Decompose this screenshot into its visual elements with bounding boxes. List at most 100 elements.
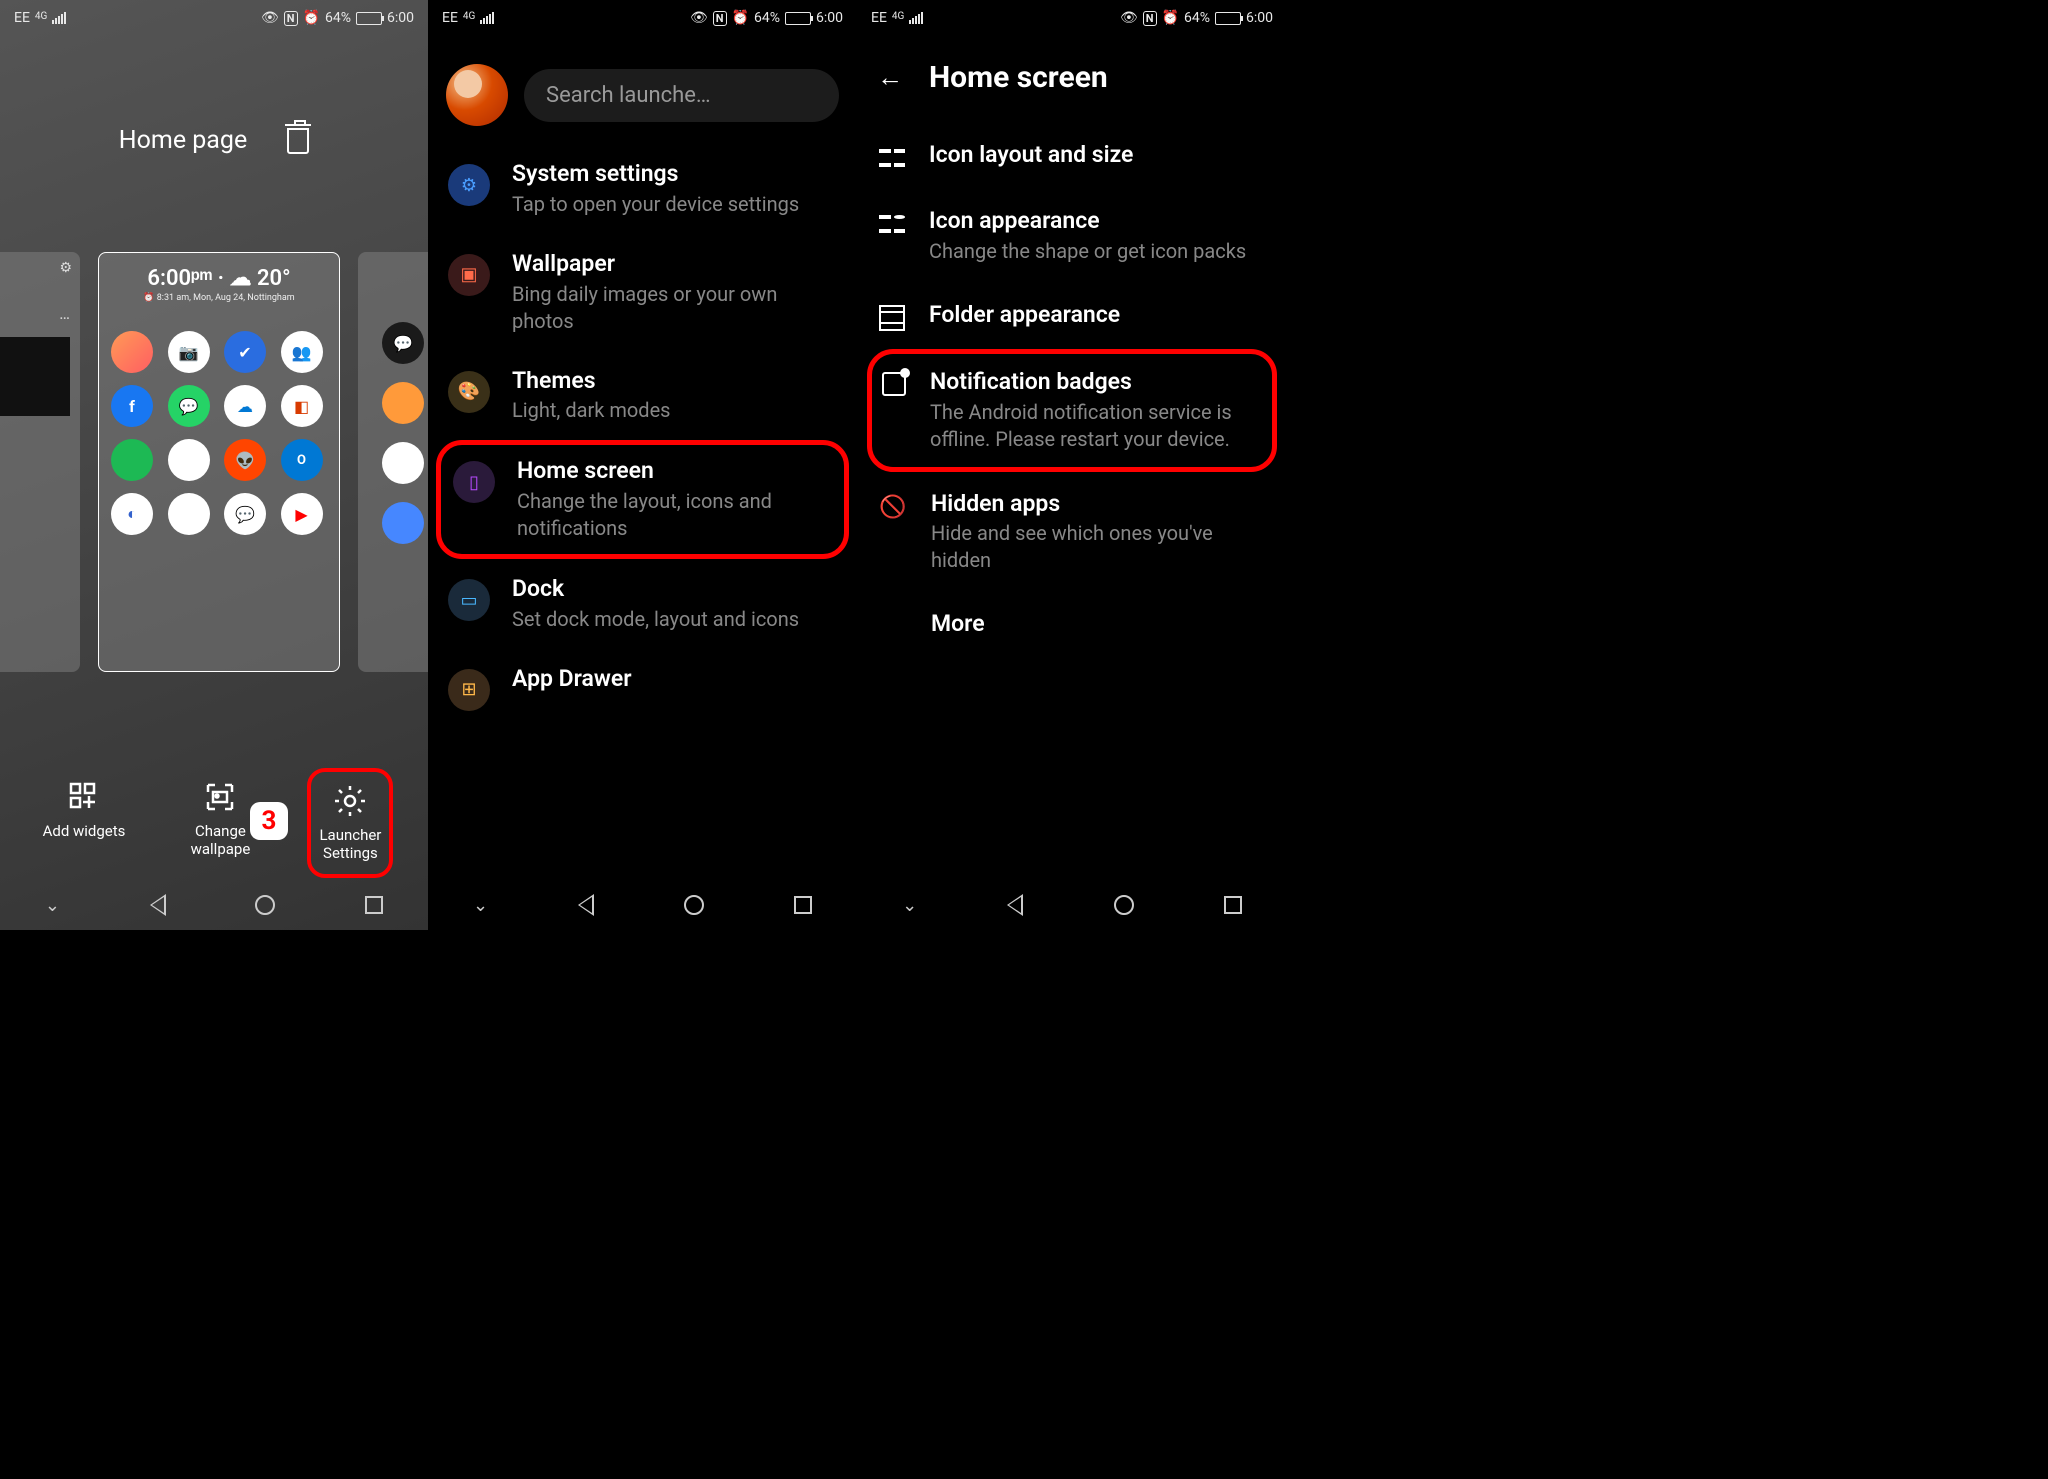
more-icon[interactable]: …	[0, 304, 70, 323]
app-grid: 📷 ✔ 👥 f 💬 ☁ ◧ ✱ 👽 O ◐ ▶ 💬 ▶	[111, 331, 327, 535]
panel-home-overview: EE 4G 👁 N ⏰ 64% 6:00 Home page ⚙ , Sean …	[0, 0, 428, 930]
back-arrow-icon[interactable]: ←	[877, 62, 903, 93]
app-icon-youtube[interactable]: ▶	[281, 493, 323, 535]
app-icon-camera[interactable]: 📷	[168, 331, 210, 373]
row-system-settings[interactable]: ⚙ System settings Tap to open your devic…	[428, 144, 857, 234]
nav-chevron-icon[interactable]: ⌄	[45, 895, 60, 916]
row-icon-appearance[interactable]: Icon appearance Change the shape or get …	[857, 189, 1287, 283]
nav-recent-icon[interactable]	[1224, 896, 1242, 914]
nav-back-icon[interactable]	[578, 894, 594, 916]
app-icon-gallery[interactable]	[111, 331, 153, 373]
row-wallpaper[interactable]: ▣ Wallpaper Bing daily images or your ow…	[428, 234, 857, 351]
wallpaper-icon	[203, 780, 237, 814]
widgets-icon	[67, 780, 101, 814]
nav-bar: ⌄	[857, 880, 1287, 930]
nav-home-icon[interactable]	[255, 895, 275, 915]
app-icon-messenger[interactable]: 💬	[224, 493, 266, 535]
row-folder-appearance[interactable]: Folder appearance	[857, 283, 1287, 349]
badge-icon	[882, 372, 906, 396]
grid-icon: ⊞	[448, 669, 490, 711]
nav-home-icon[interactable]	[684, 895, 704, 915]
app-icon-todo[interactable]: ✔	[224, 331, 266, 373]
page-previews: ⚙ , Sean … ee events ngs from hool? Sign…	[0, 252, 428, 672]
battery-icon	[1215, 12, 1241, 25]
image-icon: ▣	[448, 254, 490, 296]
page-preview-right[interactable]: 💬	[358, 252, 428, 672]
alarm-icon: ⏰	[1162, 10, 1179, 26]
row-title: System settings	[512, 160, 837, 189]
nav-recent-icon[interactable]	[365, 896, 383, 914]
row-title: More	[931, 610, 1265, 639]
app-icon-facebook[interactable]: f	[111, 385, 153, 427]
dock-icon: ▭	[448, 579, 490, 621]
app-icon-slack[interactable]: ✱	[168, 439, 210, 481]
nav-bar: ⌄	[0, 880, 428, 930]
battery-icon	[785, 12, 811, 25]
trash-icon[interactable]	[287, 128, 309, 154]
clock-label: 6:00	[1246, 10, 1273, 26]
gear-icon	[333, 784, 367, 818]
page-preview-left[interactable]: ⚙ , Sean … ee events ngs from hool? Sign…	[0, 252, 80, 672]
app-icon-files[interactable]	[382, 382, 424, 424]
battery-pct: 64%	[325, 10, 351, 26]
avatar[interactable]	[446, 64, 508, 126]
gear-icon[interactable]: ⚙	[59, 260, 72, 276]
nfc-icon: N	[1143, 11, 1157, 26]
app-icon-simplenote[interactable]: ◐	[111, 493, 153, 535]
network-type: 4G	[892, 11, 904, 22]
nav-arrows[interactable]: ← →	[0, 461, 70, 478]
app-icon-maps[interactable]	[382, 442, 424, 484]
app-icon-reddit[interactable]: 👽	[224, 439, 266, 481]
row-themes[interactable]: 🎨 Themes Light, dark modes	[428, 351, 857, 441]
app-icon-nord[interactable]	[382, 502, 424, 544]
eye-icon: 👁	[1120, 10, 1138, 26]
nav-recent-icon[interactable]	[794, 896, 812, 914]
gear-icon: ⚙	[448, 164, 490, 206]
palette-icon: 🎨	[448, 371, 490, 413]
row-title: Home screen	[517, 457, 832, 486]
app-icon-whatsapp[interactable]: 💬	[168, 385, 210, 427]
change-wallpaper-button[interactable]: Change wallpape	[191, 780, 251, 866]
status-bar: EE 4G 👁 N ⏰ 64% 6:00	[0, 0, 428, 36]
row-more[interactable]: More	[857, 592, 1287, 657]
alarm-icon: ⏰	[303, 10, 320, 26]
settings-header: Search launche…	[428, 36, 857, 136]
row-notification-badges[interactable]: Notification badges The Android notifica…	[867, 349, 1277, 472]
nav-chevron-icon[interactable]: ⌄	[902, 895, 917, 916]
row-app-drawer[interactable]: ⊞ App Drawer	[428, 649, 857, 727]
launcher-settings-button[interactable]: Launcher Settings	[307, 768, 393, 878]
row-hidden-apps[interactable]: 🚫 Hidden apps Hide and see which ones yo…	[857, 472, 1287, 593]
panel-home-screen-settings: EE 4G 👁 N ⏰ 64% 6:00 ← Home screen Icon …	[857, 0, 1287, 930]
row-home-screen[interactable]: ▯ Home screen Change the layout, icons a…	[436, 440, 849, 559]
nav-back-icon[interactable]	[150, 894, 166, 916]
add-widgets-button[interactable]: Add widgets	[43, 780, 126, 866]
battery-pct: 64%	[1184, 10, 1210, 26]
row-sub: Hide and see which ones you've hidden	[931, 520, 1265, 574]
row-sub: Set dock mode, layout and icons	[512, 606, 837, 633]
network-type: 4G	[463, 11, 475, 22]
row-title: Folder appearance	[929, 301, 1265, 330]
row-title: Icon layout and size	[929, 141, 1265, 170]
app-icon-teams[interactable]: 👥	[281, 331, 323, 373]
app-icon-messages[interactable]: 💬	[382, 322, 424, 364]
eye-icon: 👁	[690, 10, 708, 26]
clock-label: 6:00	[816, 10, 843, 26]
row-sub: Change the shape or get icon packs	[929, 238, 1265, 265]
phone-icon: ▯	[453, 461, 495, 503]
page-preview-main[interactable]: 6:00ᵖᵐ · ☁ 20° ⏰ 8:31 am, Mon, Aug 24, N…	[98, 252, 340, 672]
nav-chevron-icon[interactable]: ⌄	[473, 895, 488, 916]
app-icon-office[interactable]: ◧	[281, 385, 323, 427]
nav-home-icon[interactable]	[1114, 895, 1134, 915]
row-icon-layout[interactable]: Icon layout and size	[857, 123, 1287, 189]
app-icon-outlook[interactable]: O	[281, 439, 323, 481]
app-icon-playstore[interactable]: ▶	[168, 493, 210, 535]
row-dock[interactable]: ▭ Dock Set dock mode, layout and icons	[428, 559, 857, 649]
row-sub: Bing daily images or your own photos	[512, 281, 837, 335]
search-input[interactable]: Search launche…	[524, 69, 839, 122]
settings-list: ⚙ System settings Tap to open your devic…	[428, 136, 857, 735]
app-icon-spotify[interactable]	[111, 439, 153, 481]
nav-back-icon[interactable]	[1007, 894, 1023, 916]
row-title: Wallpaper	[512, 250, 837, 279]
row-title: Hidden apps	[931, 490, 1265, 519]
app-icon-onedrive[interactable]: ☁	[224, 385, 266, 427]
